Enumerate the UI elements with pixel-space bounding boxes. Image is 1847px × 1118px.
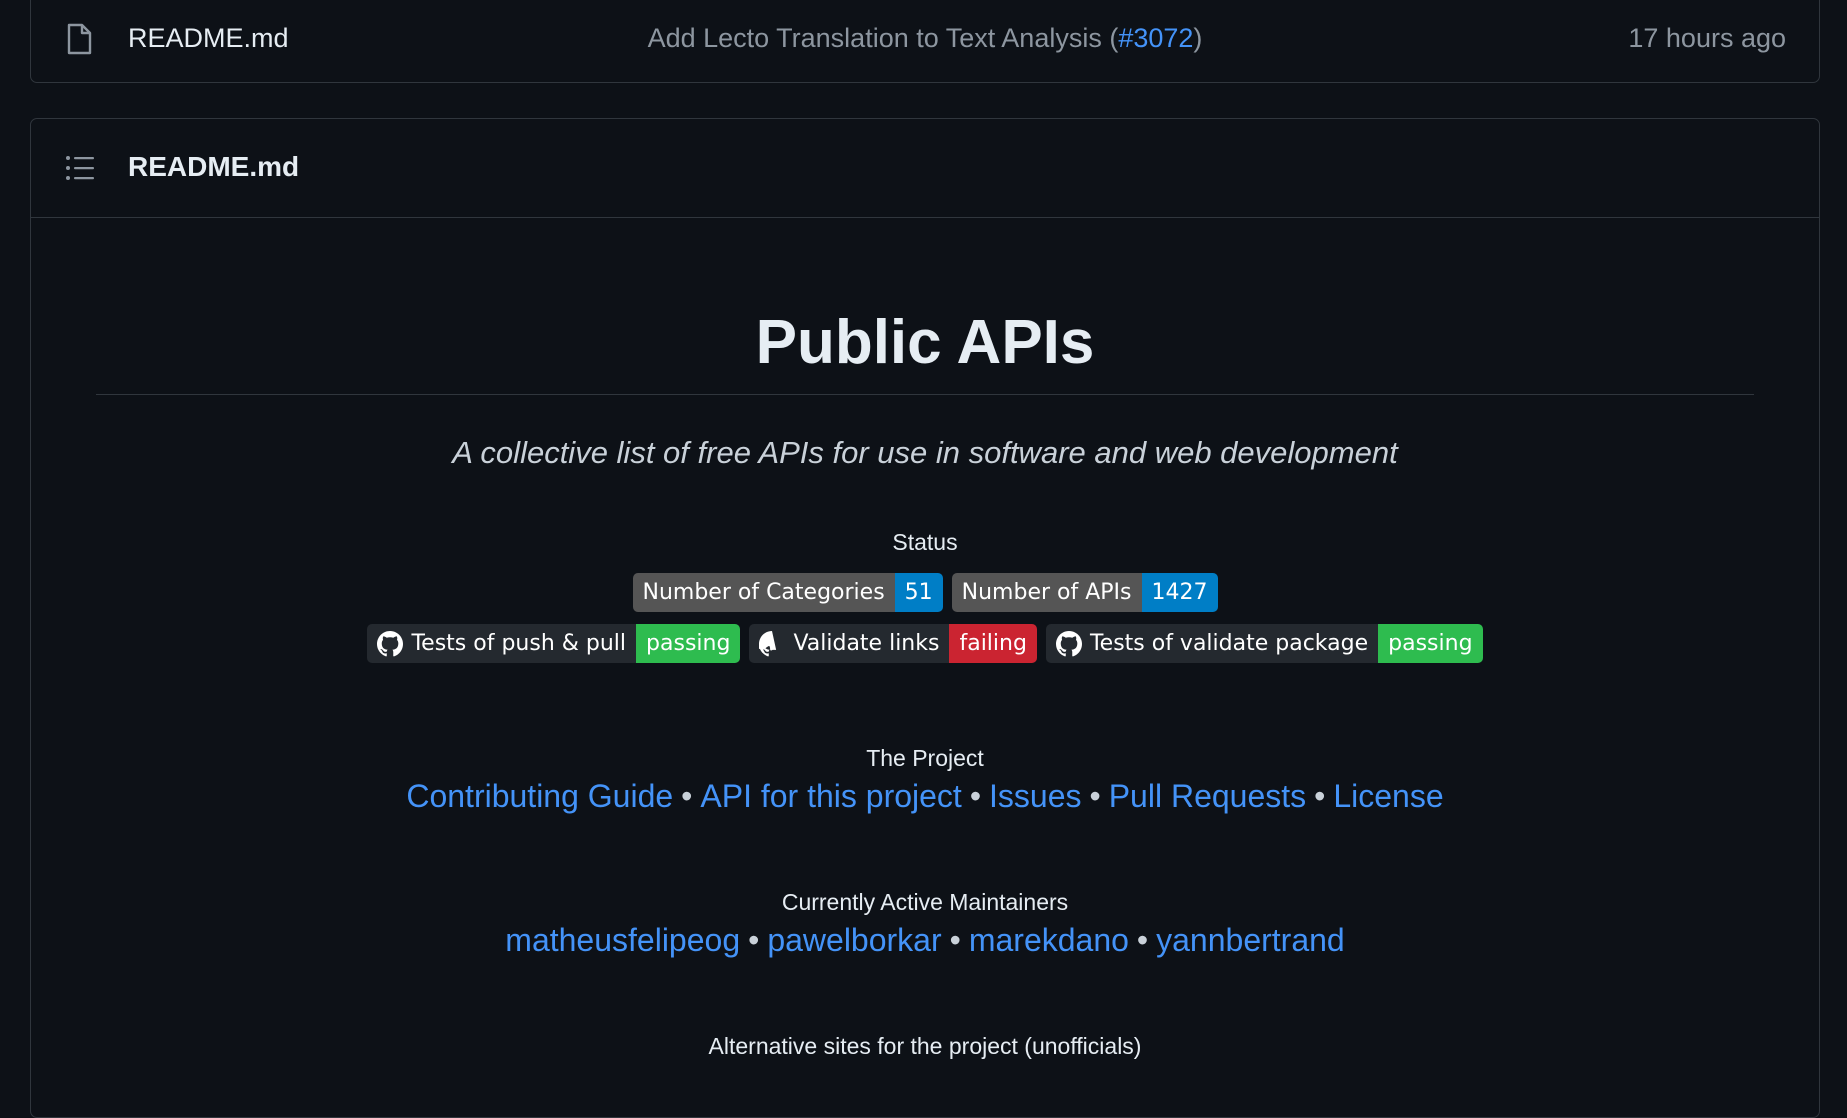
status-label: Status [892,529,958,555]
project-label: The Project [866,745,984,771]
maintainer-link[interactable]: yannbertrand [1156,922,1345,958]
badge-value: passing [1378,624,1483,663]
badge-value: failing [949,624,1037,663]
status-badges-row-1: Number of Categories 51 Number of APIs 1… [31,573,1819,612]
badge-tests-validate-package[interactable]: Tests of validate package passing [1045,624,1483,663]
page-title: Public APIs [96,307,1754,395]
readme-header: README.md [31,119,1819,218]
maintainer-link[interactable]: pawelborkar [767,922,941,958]
file-row[interactable]: README.md Add Lecto Translation to Text … [31,1,1819,84]
badge-value: 51 [894,573,943,612]
badge-tests-push-pull[interactable]: Tests of push & pull passing [367,624,741,663]
commit-pr-link[interactable]: #3072 [1118,23,1193,53]
status-badges-row-2: Tests of push & pull passing Validate li… [31,624,1819,663]
maintainers-label: Currently Active Maintainers [781,889,1069,915]
commit-message-close: ) [1193,23,1203,53]
separator: • [949,922,961,958]
project-links: Contributing Guide • API for this project •… [31,778,1819,815]
pull-requests-link[interactable]: Pull Requests [1109,778,1306,814]
maintainer-link[interactable]: matheusfelipeog [505,922,740,958]
tagline: A collective list of free APIs for use i… [452,435,1398,470]
badge-label: Number of APIs [951,573,1142,612]
separator: • [1089,778,1101,814]
badge-number-of-categories[interactable]: Number of Categories 51 [632,573,943,612]
commit-time[interactable]: 17 hours ago [1628,23,1786,54]
separator: • [748,922,760,958]
api-for-this-project-link[interactable]: API for this project [700,778,961,814]
list-icon[interactable] [65,154,95,182]
maintainers-links: matheusfelipeog • pawelborkar • marekdano • ya… [31,922,1819,959]
github-icon [1055,630,1082,656]
latest-file-box: README.md Add Lecto Translation to Text … [30,0,1820,83]
license-link[interactable]: License [1333,778,1443,814]
badge-validate-links[interactable]: Validate links failing [749,624,1037,663]
readme-header-title[interactable]: README.md [128,151,299,183]
separator: • [1136,922,1149,958]
commit-message-text[interactable]: Add Lecto Translation to Text Analysis ( [648,23,1119,53]
github-icon [377,630,404,656]
readme-box: README.md Public APIs A collective list … [30,118,1820,1118]
badge-label: Tests of validate package [1089,631,1369,656]
badge-label: Tests of push & pull [411,631,627,656]
badge-value: 1427 [1141,573,1218,612]
badge-label: Validate links [793,631,940,656]
github-icon [759,630,777,656]
badge-label: Number of Categories [632,573,895,612]
badge-number-of-apis[interactable]: Number of APIs 1427 [951,573,1218,612]
contributing-guide-link[interactable]: Contributing Guide [406,778,673,814]
alt-sites-label: Alternative sites for the project (unoff… [708,1033,1142,1059]
maintainer-link[interactable]: marekdano [969,922,1129,958]
badge-value: passing [636,624,741,663]
issues-link[interactable]: Issues [989,778,1081,814]
separator: • [969,778,982,814]
separator: • [681,778,693,814]
commit-message: Add Lecto Translation to Text Analysis (… [31,23,1819,54]
separator: • [1314,778,1326,814]
